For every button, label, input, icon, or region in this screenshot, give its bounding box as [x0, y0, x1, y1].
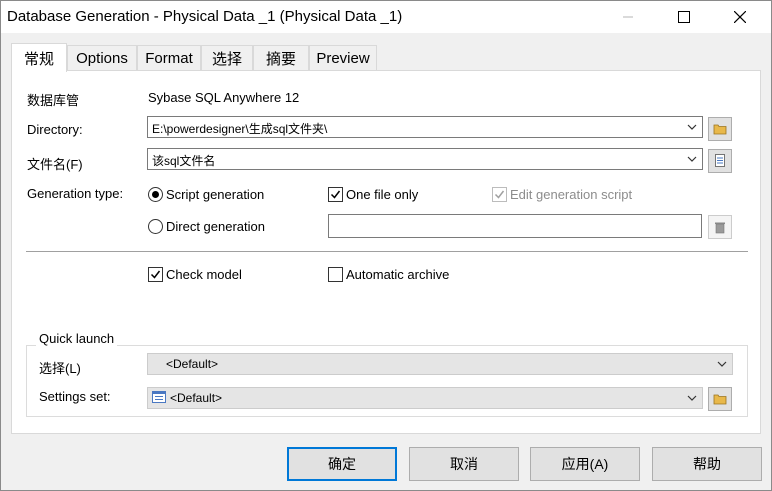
filename-combo[interactable]: 该sql文件名: [147, 148, 703, 170]
chevron-down-icon: [717, 361, 727, 367]
check-model-label: Check model: [166, 267, 242, 282]
tab-selection[interactable]: 选择: [201, 45, 253, 71]
general-panel: 数据库管 Sybase SQL Anywhere 12 Directory: E…: [11, 70, 761, 434]
tab-format[interactable]: Format: [137, 45, 201, 71]
dbms-value: Sybase SQL Anywhere 12: [148, 90, 300, 105]
close-button[interactable]: [717, 1, 763, 33]
chevron-down-icon: [687, 124, 697, 130]
tab-summary[interactable]: 摘要: [253, 45, 309, 71]
checkmark-icon: [330, 190, 341, 199]
checkbox-indicator: [492, 187, 507, 202]
directory-browse-button[interactable]: [708, 117, 732, 141]
checkmark-icon: [150, 270, 161, 279]
automatic-archive-checkbox[interactable]: Automatic archive: [328, 267, 449, 282]
maximize-icon: [678, 11, 690, 23]
checkbox-indicator: [328, 267, 343, 282]
script-generation-label: Script generation: [166, 187, 265, 202]
script-generation-radio[interactable]: Script generation: [148, 187, 264, 202]
generation-type-label: Generation type:: [27, 186, 124, 201]
help-button[interactable]: 帮助: [652, 447, 762, 481]
direct-generation-label: Direct generation: [166, 219, 265, 234]
direct-generation-field[interactable]: [328, 214, 702, 238]
automatic-archive-label: Automatic archive: [346, 267, 450, 282]
document-icon: [715, 154, 725, 167]
directory-label: Directory:: [27, 122, 83, 137]
one-file-only-label: One file only: [346, 187, 419, 202]
chevron-down-icon: [687, 156, 697, 162]
trash-icon: [715, 222, 725, 233]
close-icon: [734, 11, 746, 23]
folder-icon: [713, 124, 727, 135]
filename-browse-button[interactable]: [708, 149, 732, 173]
direct-generation-radio[interactable]: Direct generation: [148, 219, 265, 234]
checkmark-icon: [494, 190, 505, 199]
tab-options[interactable]: Options: [67, 45, 137, 71]
section-divider: [26, 251, 748, 252]
checkbox-indicator: [148, 267, 163, 282]
check-model-checkbox[interactable]: Check model: [148, 267, 242, 282]
checkbox-indicator: [328, 187, 343, 202]
title-bar: Database Generation - Physical Data _1 (…: [1, 1, 771, 33]
minimize-button[interactable]: [605, 1, 651, 33]
edit-generation-script-checkbox[interactable]: Edit generation script: [492, 187, 632, 202]
selection-combo[interactable]: <Default>: [147, 353, 733, 375]
edit-generation-script-label: Edit generation script: [510, 187, 633, 202]
direct-generation-button[interactable]: [708, 215, 732, 239]
maximize-button[interactable]: [661, 1, 707, 33]
window-title: Database Generation - Physical Data _1 (…: [7, 8, 403, 25]
radio-indicator: [148, 187, 163, 202]
selection-value: <Default>: [166, 357, 219, 371]
quick-launch-title: Quick launch: [36, 331, 118, 346]
chevron-down-icon: [687, 395, 697, 401]
tab-general[interactable]: 常规: [11, 43, 67, 72]
folder-icon: [713, 394, 727, 405]
dbms-label: 数据库管: [27, 93, 80, 108]
dialog-window: Database Generation - Physical Data _1 (…: [0, 0, 772, 491]
settings-set-combo[interactable]: <Default>: [147, 387, 703, 409]
filename-value: 该sql文件名: [152, 154, 216, 168]
one-file-only-checkbox[interactable]: One file only: [328, 187, 418, 202]
directory-combo[interactable]: E:\powerdesigner\生成sql文件夹\: [147, 116, 703, 138]
minimize-icon: [623, 16, 633, 18]
settings-set-value: <Default>: [170, 391, 223, 405]
list-icon: [152, 391, 166, 403]
filename-label: 文件名(F): [27, 157, 83, 172]
ok-button[interactable]: 确定: [287, 447, 397, 481]
apply-button[interactable]: 应用(A): [530, 447, 640, 481]
radio-indicator: [148, 219, 163, 234]
selection-label: 选择(L): [39, 361, 81, 376]
settings-set-label: Settings set:: [39, 389, 111, 404]
cancel-button[interactable]: 取消: [409, 447, 519, 481]
tab-preview[interactable]: Preview: [309, 45, 377, 71]
tab-strip: 常规 Options Format 选择 摘要 Preview: [11, 43, 761, 72]
settings-browse-button[interactable]: [708, 387, 732, 411]
directory-value: E:\powerdesigner\生成sql文件夹\: [152, 122, 328, 136]
